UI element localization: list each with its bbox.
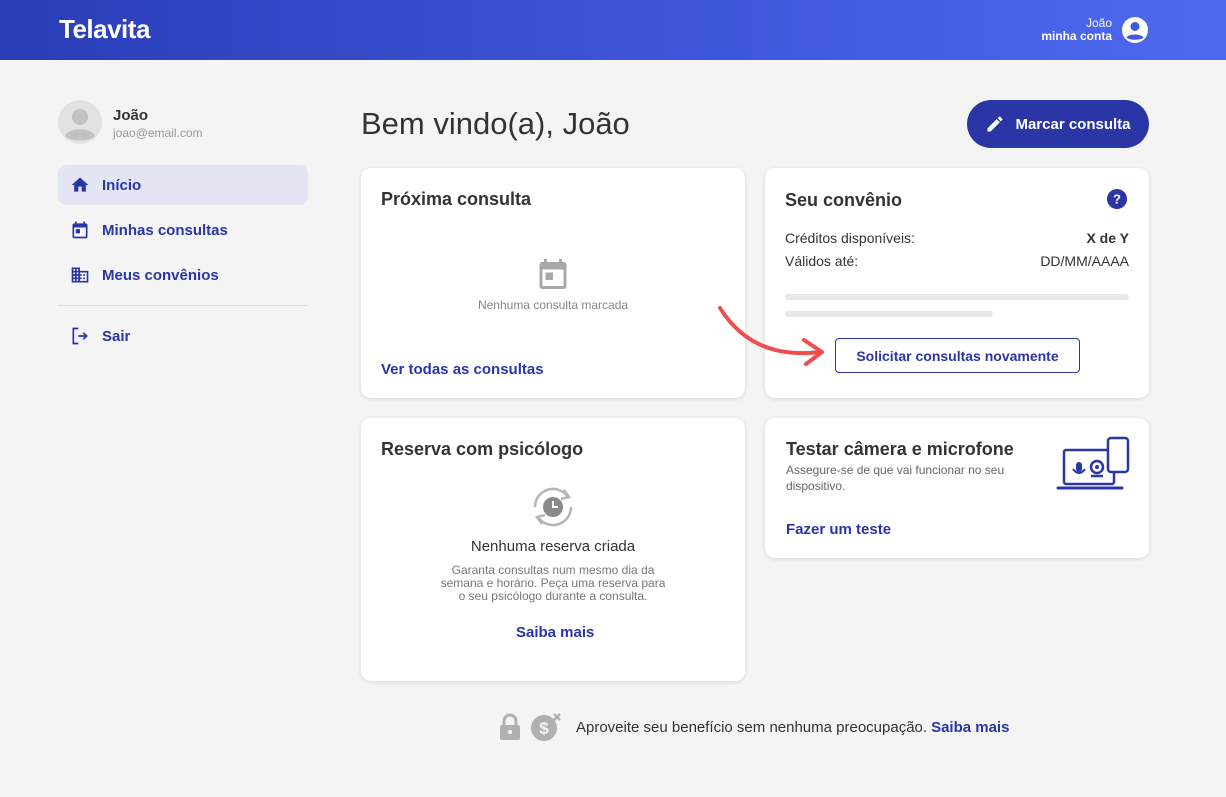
profile-name: João (113, 107, 149, 124)
help-circle-icon[interactable]: ? (1106, 188, 1128, 210)
book-appointment-button[interactable]: Marcar consulta (967, 100, 1149, 148)
page-title: Bem vindo(a), João (361, 106, 630, 141)
reservation-description: Garanta consultas num mesmo dia da seman… (361, 564, 745, 603)
next-appointment-card: Próxima consulta Nenhuma consulta marcad… (361, 168, 745, 398)
sidebar-item-label: Minhas consultas (102, 221, 228, 239)
footer-text: Aproveite seu benefício sem nenhuma preo… (576, 718, 928, 736)
description-line: o seu psicólogo durante a consulta. (458, 589, 648, 603)
card-title: Próxima consulta (381, 189, 532, 209)
building-icon (71, 267, 89, 283)
request-appointments-button[interactable]: Solicitar consultas novamente (835, 338, 1080, 373)
calendar-icon (72, 221, 88, 239)
empty-state-text: Nenhuma consulta marcada (477, 298, 629, 312)
logout-icon (72, 327, 88, 345)
sidebar-item-minhas-consultas[interactable]: Minhas consultas (58, 210, 308, 250)
laptop-camera-icon (1056, 436, 1130, 490)
home-icon (71, 177, 89, 192)
run-test-link[interactable]: Fazer um teste (786, 521, 891, 538)
avatar-icon (58, 100, 102, 144)
svg-text:$: $ (539, 719, 549, 738)
pencil-icon (987, 116, 1003, 132)
footer-learn-more-link[interactable]: Saiba mais (931, 719, 1009, 736)
credits-value: X de Y (1086, 230, 1129, 246)
footer-banner: $ Aproveite seu benefício sem nenhuma pr… (498, 712, 1009, 742)
valid-until-label: Válidos até: (785, 253, 859, 269)
arrow-annotation-icon (718, 306, 824, 366)
device-test-card: Testar câmera e microfone Assegure-se de… (765, 418, 1149, 558)
device-test-description: Assegure-se de que vai funcionar no seu … (786, 462, 1004, 494)
reservation-card: Reserva com psicólogo Nenhuma reserva cr… (361, 418, 745, 681)
sidebar-item-label: Meus convênios (102, 266, 219, 284)
account-circle-icon[interactable] (1121, 16, 1149, 44)
description-line: Assegure-se de que vai funcionar no seu (786, 463, 1005, 477)
sidebar-divider (58, 305, 308, 306)
sidebar-item-meus-convenios[interactable]: Meus convênios (58, 255, 308, 295)
book-appointment-label: Marcar consulta (1015, 115, 1131, 133)
account-menu[interactable]: João minha conta (1041, 17, 1112, 43)
description-line: dispositivo. (786, 479, 846, 493)
skeleton-line (785, 294, 1129, 300)
calendar-icon (539, 259, 567, 289)
valid-until-value: DD/MM/AAAA (1040, 253, 1129, 269)
sidebar-item-sair[interactable]: Sair (58, 316, 308, 356)
account-label: minha conta (1041, 29, 1112, 43)
learn-more-link[interactable]: Saiba mais (516, 624, 594, 641)
no-fee-icon: $ (531, 713, 561, 741)
sidebar-item-inicio[interactable]: Início (58, 165, 308, 205)
card-title: Reserva com psicólogo (381, 439, 584, 459)
clock-refresh-icon (533, 487, 573, 527)
card-title: Testar câmera e microfone (786, 439, 1014, 459)
profile-email: joao@email.com (113, 126, 203, 140)
empty-state-title: Nenhuma reserva criada (470, 538, 636, 555)
view-all-appointments-link[interactable]: Ver todas as consultas (381, 361, 544, 378)
sidebar-item-label: Sair (102, 327, 131, 345)
credits-label: Créditos disponíveis: (785, 230, 915, 246)
svg-text:?: ? (1113, 192, 1121, 207)
sidebar-item-label: Início (102, 176, 142, 194)
top-bar: Telavita João minha conta (0, 0, 1226, 60)
card-title: Seu convênio (785, 190, 903, 210)
lock-icon (500, 713, 520, 740)
logo[interactable]: Telavita (59, 14, 150, 45)
